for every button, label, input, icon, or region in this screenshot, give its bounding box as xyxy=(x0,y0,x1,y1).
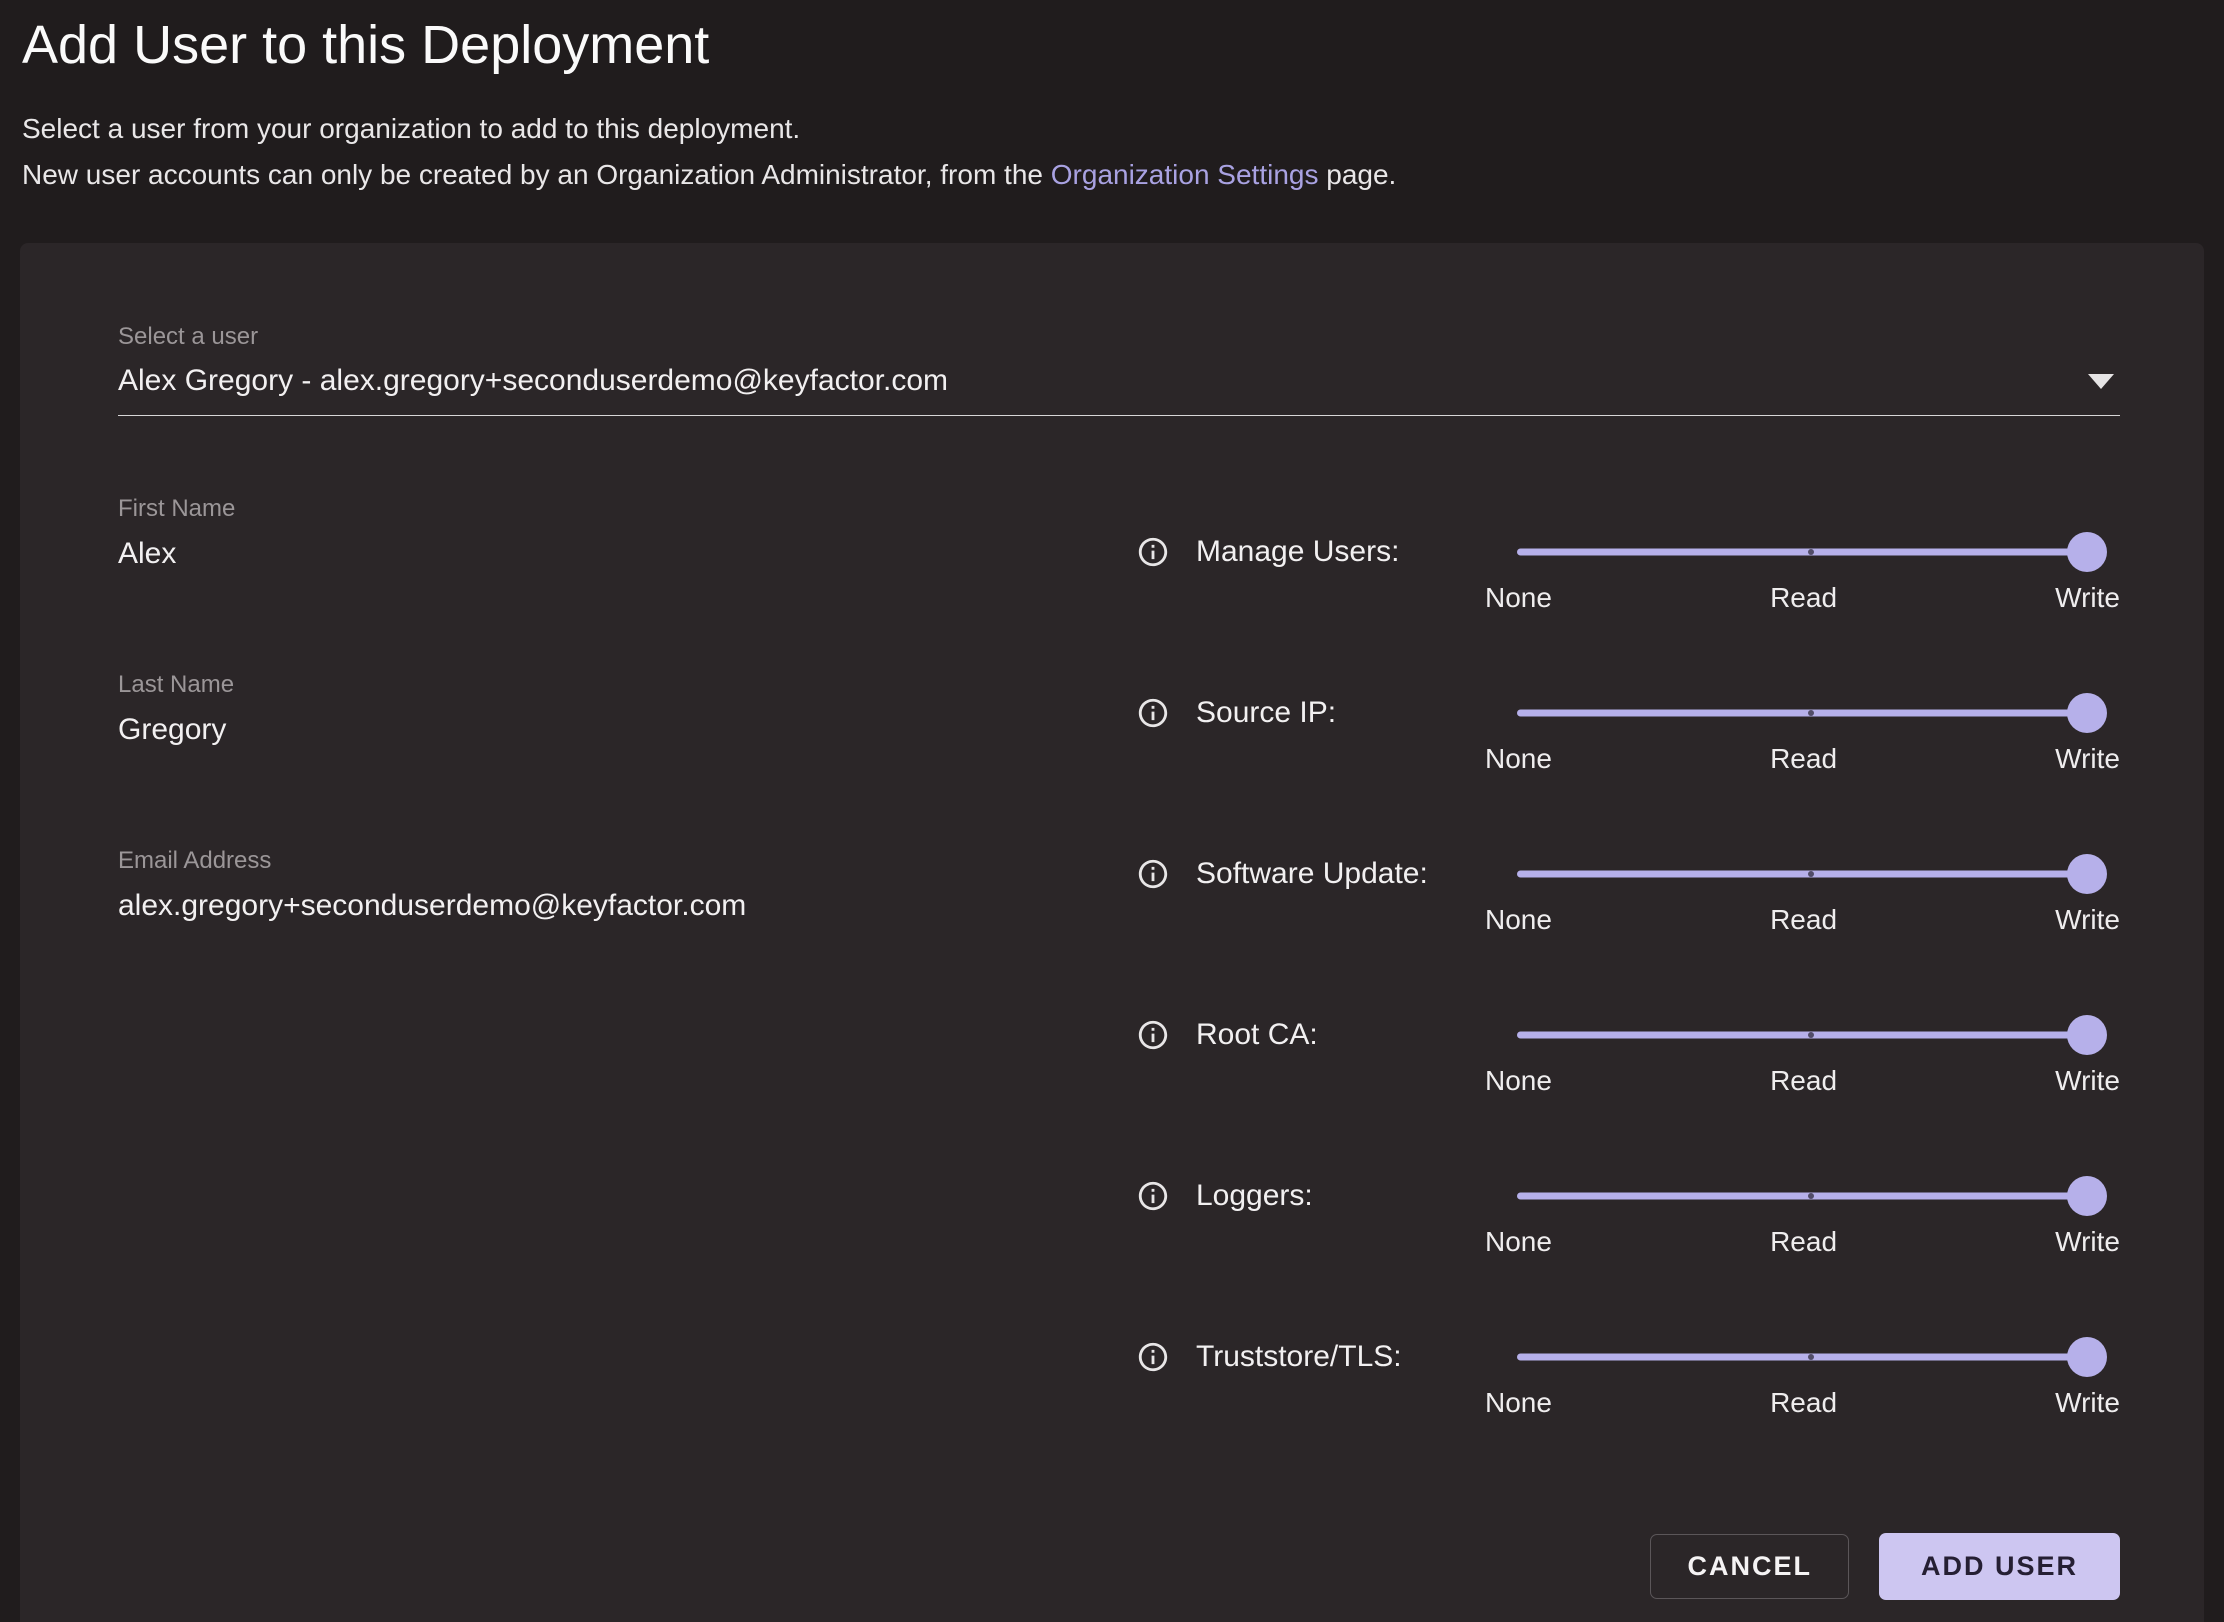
slider-label-write: Write xyxy=(2055,904,2120,936)
subtitle-line-1: Select a user from your organization to … xyxy=(22,106,2200,152)
slider-label-none: None xyxy=(1485,1387,1552,1419)
slider-label-write: Write xyxy=(2055,743,2120,775)
add-user-card: Select a user Alex Gregory - alex.gregor… xyxy=(20,243,2204,1622)
permission-label: Software Update: xyxy=(1196,852,1428,896)
page-header: Add User to this Deployment Select a use… xyxy=(0,0,2224,198)
first-name-value: Alex xyxy=(118,537,176,570)
info-icon[interactable] xyxy=(1136,1179,1170,1213)
info-icon[interactable] xyxy=(1136,857,1170,891)
last-name-value: Gregory xyxy=(118,713,226,746)
slider-label-read: Read xyxy=(1770,1387,1837,1419)
slider-label-read: Read xyxy=(1770,1065,1837,1097)
slider-labels: None Read Write xyxy=(1485,1065,2120,1097)
slider-label-read: Read xyxy=(1770,582,1837,614)
slider-thumb[interactable] xyxy=(2067,854,2107,894)
slider-tick xyxy=(1808,1354,1814,1360)
slider-label-write: Write xyxy=(2055,1226,2120,1258)
info-icon[interactable] xyxy=(1136,1340,1170,1374)
slider-tick xyxy=(1808,871,1814,877)
slider-labels: None Read Write xyxy=(1485,904,2120,936)
slider-label-write: Write xyxy=(2055,1387,2120,1419)
slider-thumb[interactable] xyxy=(2067,1176,2107,1216)
slider-label-none: None xyxy=(1485,582,1552,614)
dialog-actions: CANCEL ADD USER xyxy=(1650,1533,2120,1600)
info-icon[interactable] xyxy=(1136,1018,1170,1052)
user-details: First Name Alex Last Name Gregory Email … xyxy=(118,416,1136,1496)
permission-row-source-ip: Source IP: None Read Write xyxy=(1136,691,2120,775)
permission-slider-truststore-tls[interactable] xyxy=(1517,1335,2104,1379)
permission-label: Truststore/TLS: xyxy=(1196,1335,1402,1379)
slider-label-none: None xyxy=(1485,743,1552,775)
dropdown-arrow-icon[interactable] xyxy=(2088,374,2114,389)
slider-label-write: Write xyxy=(2055,582,2120,614)
permission-slider-loggers[interactable] xyxy=(1517,1174,2104,1218)
cancel-button[interactable]: CANCEL xyxy=(1650,1534,1849,1599)
slider-thumb[interactable] xyxy=(2067,532,2107,572)
page-subtitle: Select a user from your organization to … xyxy=(22,106,2200,198)
subtitle-line-2-suffix: page. xyxy=(1318,159,1396,190)
add-user-button[interactable]: ADD USER xyxy=(1879,1533,2120,1600)
slider-tick xyxy=(1808,710,1814,716)
permission-label: Loggers: xyxy=(1196,1174,1313,1218)
user-select-label: Select a user xyxy=(118,323,2120,351)
slider-label-write: Write xyxy=(2055,1065,2120,1097)
permission-label: Root CA: xyxy=(1196,1013,1318,1057)
permission-row-truststore-tls: Truststore/TLS: None Read Write xyxy=(1136,1335,2120,1419)
permission-row-loggers: Loggers: None Read Write xyxy=(1136,1174,2120,1258)
slider-label-read: Read xyxy=(1770,1226,1837,1258)
slider-label-none: None xyxy=(1485,1065,1552,1097)
permission-slider-software-update[interactable] xyxy=(1517,852,2104,896)
slider-labels: None Read Write xyxy=(1485,1387,2120,1419)
permission-label: Manage Users: xyxy=(1196,530,1399,574)
first-name-label: First Name xyxy=(118,494,1136,524)
slider-label-read: Read xyxy=(1770,743,1837,775)
permission-slider-root-ca[interactable] xyxy=(1517,1013,2104,1057)
last-name-field: Last Name Gregory xyxy=(118,670,1136,750)
page-title: Add User to this Deployment xyxy=(22,14,2200,76)
slider-labels: None Read Write xyxy=(1485,743,2120,775)
permissions-panel: Manage Users: None Read Write xyxy=(1136,416,2120,1496)
info-icon[interactable] xyxy=(1136,696,1170,730)
slider-label-read: Read xyxy=(1770,904,1837,936)
subtitle-line-2-text: New user accounts can only be created by… xyxy=(22,159,1051,190)
email-address-label: Email Address xyxy=(118,846,1136,876)
permission-row-software-update: Software Update: None Read Write xyxy=(1136,852,2120,936)
permission-row-root-ca: Root CA: None Read Write xyxy=(1136,1013,2120,1097)
permission-row-manage-users: Manage Users: None Read Write xyxy=(1136,530,2120,614)
slider-labels: None Read Write xyxy=(1485,1226,2120,1258)
email-address-value: alex.gregory+seconduserdemo@keyfactor.co… xyxy=(118,889,746,922)
last-name-label: Last Name xyxy=(118,670,1136,700)
slider-tick xyxy=(1808,1032,1814,1038)
user-select[interactable]: Select a user Alex Gregory - alex.gregor… xyxy=(118,323,2120,416)
organization-settings-link[interactable]: Organization Settings xyxy=(1051,159,1319,190)
info-icon[interactable] xyxy=(1136,535,1170,569)
user-select-value: Alex Gregory - alex.gregory+seconduserde… xyxy=(118,364,948,397)
email-address-field: Email Address alex.gregory+seconduserdem… xyxy=(118,846,1136,926)
subtitle-line-2: New user accounts can only be created by… xyxy=(22,152,2200,198)
permission-slider-manage-users[interactable] xyxy=(1517,530,2104,574)
slider-tick xyxy=(1808,1193,1814,1199)
slider-thumb[interactable] xyxy=(2067,1337,2107,1377)
slider-labels: None Read Write xyxy=(1485,582,2120,614)
slider-label-none: None xyxy=(1485,1226,1552,1258)
permission-label: Source IP: xyxy=(1196,691,1336,735)
slider-thumb[interactable] xyxy=(2067,1015,2107,1055)
slider-label-none: None xyxy=(1485,904,1552,936)
permission-slider-source-ip[interactable] xyxy=(1517,691,2104,735)
slider-tick xyxy=(1808,549,1814,555)
slider-thumb[interactable] xyxy=(2067,693,2107,733)
first-name-field: First Name Alex xyxy=(118,494,1136,574)
